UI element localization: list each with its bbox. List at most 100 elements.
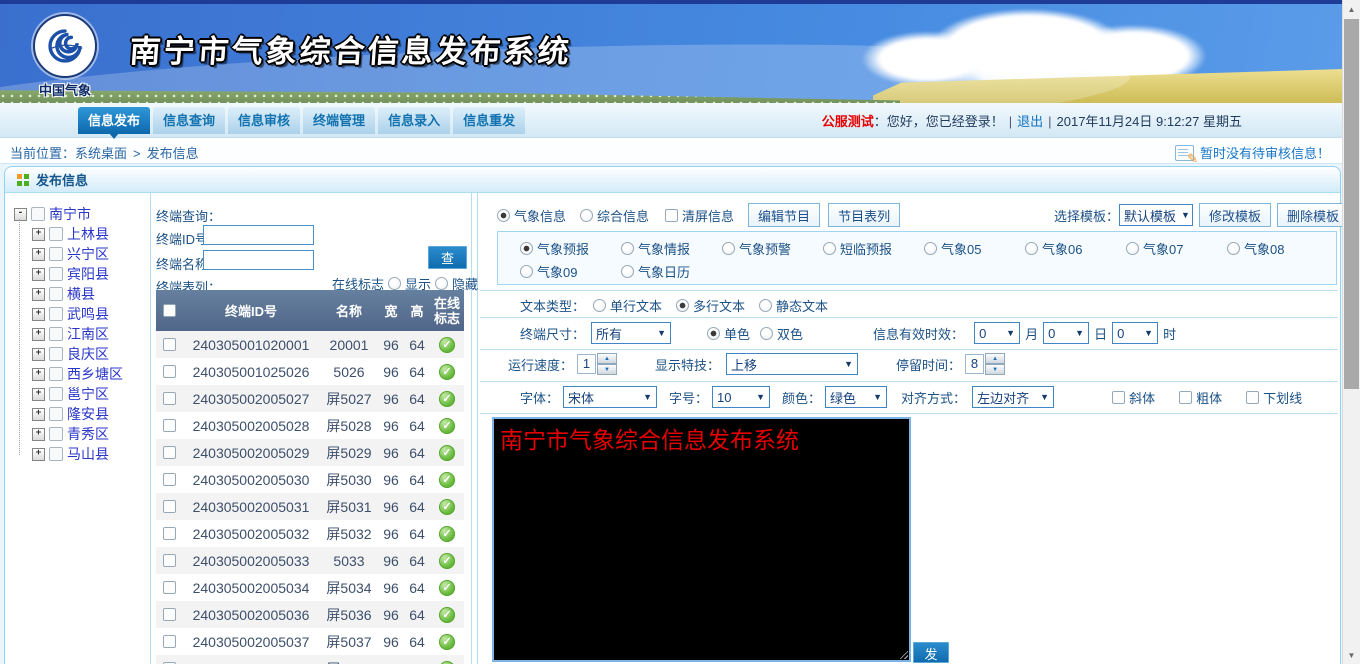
category-radio[interactable] — [621, 265, 634, 278]
expand-icon[interactable]: + — [32, 248, 45, 261]
tree-checkbox[interactable] — [49, 227, 63, 241]
nav-tab[interactable]: 信息录入 — [378, 107, 450, 134]
step-down-icon[interactable]: ▼ — [597, 364, 617, 375]
tree-node[interactable]: +宾阳县 — [32, 264, 146, 284]
stay-time-value[interactable]: 8 — [965, 354, 984, 374]
tree-checkbox[interactable] — [49, 427, 63, 441]
category-option[interactable]: 气象05 — [924, 237, 1025, 260]
category-option[interactable]: 气象日历 — [621, 260, 722, 283]
tree-node[interactable]: +隆安县 — [32, 404, 146, 424]
clear-screen-checkbox[interactable] — [665, 209, 678, 222]
underline-checkbox[interactable] — [1246, 391, 1259, 404]
row-checkbox[interactable] — [163, 581, 176, 594]
category-option[interactable]: 气象预报 — [520, 237, 621, 260]
row-checkbox[interactable] — [163, 473, 176, 486]
category-option[interactable]: 气象08 — [1227, 237, 1328, 260]
tree-checkbox[interactable] — [49, 387, 63, 401]
radio-single-line[interactable] — [593, 299, 606, 312]
row-checkbox[interactable] — [163, 635, 176, 648]
hide-radio[interactable] — [435, 277, 448, 290]
scroll-up-icon[interactable]: ▲ — [1343, 1, 1360, 17]
category-option[interactable]: 气象06 — [1025, 237, 1126, 260]
row-checkbox[interactable] — [163, 365, 176, 378]
category-radio[interactable] — [823, 242, 836, 255]
row-checkbox[interactable] — [163, 527, 176, 540]
program-list-button[interactable]: 节目表列 — [828, 203, 900, 227]
tree-checkbox[interactable] — [31, 207, 45, 221]
align-select[interactable]: 左边对齐▼ — [972, 386, 1054, 408]
category-radio[interactable] — [621, 242, 634, 255]
tree-node[interactable]: +青秀区 — [32, 424, 146, 444]
step-up-icon[interactable]: ▲ — [597, 353, 617, 364]
radio-multi-line[interactable] — [676, 299, 689, 312]
tree-checkbox[interactable] — [49, 307, 63, 321]
tree-root-node[interactable]: - 南宁市 — [14, 204, 146, 224]
tree-checkbox[interactable] — [49, 287, 63, 301]
tree-node[interactable]: +江南区 — [32, 324, 146, 344]
color-select[interactable]: 绿色▼ — [825, 386, 887, 408]
tree-node[interactable]: +横县 — [32, 284, 146, 304]
edit-program-button[interactable]: 编辑节目 — [748, 203, 820, 227]
nav-tab[interactable]: 信息审核 — [228, 107, 300, 134]
tree-checkbox[interactable] — [49, 367, 63, 381]
category-radio[interactable] — [520, 265, 533, 278]
nav-tab[interactable]: 信息查询 — [153, 107, 225, 134]
step-up-icon[interactable]: ▲ — [985, 353, 1005, 364]
row-checkbox[interactable] — [163, 392, 176, 405]
italic-checkbox[interactable] — [1112, 391, 1125, 404]
font-select[interactable]: 宋体▼ — [563, 386, 657, 408]
radio-dual-color[interactable] — [760, 327, 773, 340]
expand-icon[interactable]: + — [32, 288, 45, 301]
expand-icon[interactable]: + — [32, 308, 45, 321]
expand-icon[interactable]: + — [32, 388, 45, 401]
tree-node[interactable]: +良庆区 — [32, 344, 146, 364]
row-checkbox[interactable] — [163, 338, 176, 351]
scrollbar-thumb[interactable] — [1344, 19, 1359, 389]
template-select[interactable]: 默认模板▼ — [1119, 204, 1193, 226]
tree-node[interactable]: +邕宁区 — [32, 384, 146, 404]
single-line-option[interactable]: 单行文本 — [593, 296, 662, 315]
radio-comprehensive-info[interactable] — [580, 209, 593, 222]
collapse-icon[interactable]: - — [14, 208, 27, 221]
multi-line-option[interactable]: 多行文本 — [676, 296, 745, 315]
hour-select[interactable]: 0▼ — [1112, 322, 1158, 344]
nav-tab[interactable]: 信息发布 — [78, 107, 150, 134]
month-select[interactable]: 0▼ — [974, 322, 1020, 344]
nav-tab[interactable]: 终端管理 — [303, 107, 375, 134]
expand-icon[interactable]: + — [32, 348, 45, 361]
clear-screen-option[interactable]: 清屏信息 — [665, 206, 734, 225]
tree-node[interactable]: +兴宁区 — [32, 244, 146, 264]
tree-checkbox[interactable] — [49, 247, 63, 261]
category-option[interactable]: 气象情报 — [621, 237, 722, 260]
bold-option[interactable]: 粗体 — [1179, 388, 1222, 407]
tree-checkbox[interactable] — [49, 267, 63, 281]
expand-icon[interactable]: + — [32, 428, 45, 441]
underline-option[interactable]: 下划线 — [1246, 388, 1302, 407]
category-radio[interactable] — [1025, 242, 1038, 255]
font-size-select[interactable]: 10▼ — [712, 386, 770, 408]
tree-checkbox[interactable] — [49, 407, 63, 421]
terminal-id-input[interactable] — [203, 225, 314, 245]
tree-checkbox[interactable] — [49, 447, 63, 461]
terminal-name-input[interactable] — [203, 250, 314, 270]
weather-info-option[interactable]: 气象信息 — [497, 206, 566, 225]
search-button[interactable]: 查询 — [428, 246, 467, 269]
message-preview-area[interactable]: 南宁市气象综合信息发布系统 — [492, 417, 911, 662]
category-radio[interactable] — [722, 242, 735, 255]
category-radio[interactable] — [1126, 242, 1139, 255]
terminal-size-select[interactable]: 所有▼ — [591, 322, 671, 344]
radio-single-color[interactable] — [707, 327, 720, 340]
category-radio[interactable] — [520, 242, 533, 255]
scroll-down-icon[interactable]: ▼ — [1343, 647, 1360, 663]
tree-node[interactable]: +马山县 — [32, 444, 146, 464]
expand-icon[interactable]: + — [32, 228, 45, 241]
row-checkbox[interactable] — [163, 608, 176, 621]
expand-icon[interactable]: + — [32, 368, 45, 381]
modify-template-button[interactable]: 修改模板 — [1199, 203, 1271, 227]
row-checkbox[interactable] — [163, 554, 176, 567]
tree-checkbox[interactable] — [49, 347, 63, 361]
expand-icon[interactable]: + — [32, 408, 45, 421]
run-speed-value[interactable]: 1 — [577, 354, 596, 374]
show-radio[interactable] — [388, 277, 401, 290]
bold-checkbox[interactable] — [1179, 391, 1192, 404]
